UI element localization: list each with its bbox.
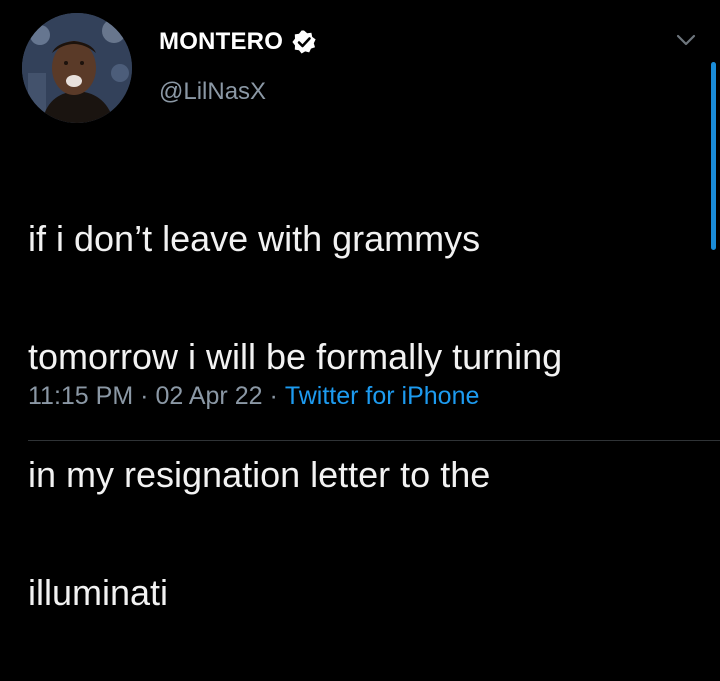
verified-badge-icon — [291, 29, 317, 55]
display-name[interactable]: MONTERO — [159, 28, 283, 56]
tweet-text: if i don’t leave with grammys tomorrow i… — [28, 150, 708, 681]
tweet-meta: 11:15 PM · 02 Apr 22 · Twitter for iPhon… — [28, 382, 479, 411]
tweet-line: if i don’t leave with grammys — [28, 218, 481, 259]
tweet-time[interactable]: 11:15 PM — [28, 382, 133, 411]
tweet-source-link[interactable]: Twitter for iPhone — [285, 382, 480, 411]
tweet-card: MONTERO @LilNasX if i don’t leave with g… — [0, 0, 720, 613]
author-name-row[interactable]: MONTERO — [159, 27, 317, 57]
avatar[interactable] — [22, 13, 132, 123]
tweet-line: illuminati — [28, 572, 169, 613]
tweet-line: tomorrow i will be formally turning — [28, 336, 563, 377]
user-handle[interactable]: @LilNasX — [159, 78, 266, 106]
tweet-line: in my resignation letter to the — [28, 454, 491, 495]
meta-separator: · — [269, 382, 278, 410]
chevron-down-icon[interactable] — [674, 28, 698, 52]
meta-separator: · — [140, 382, 149, 410]
scrollbar[interactable] — [711, 62, 716, 250]
profile-photo — [22, 13, 132, 123]
divider — [28, 440, 720, 441]
tweet-date[interactable]: 02 Apr 22 — [155, 382, 262, 411]
